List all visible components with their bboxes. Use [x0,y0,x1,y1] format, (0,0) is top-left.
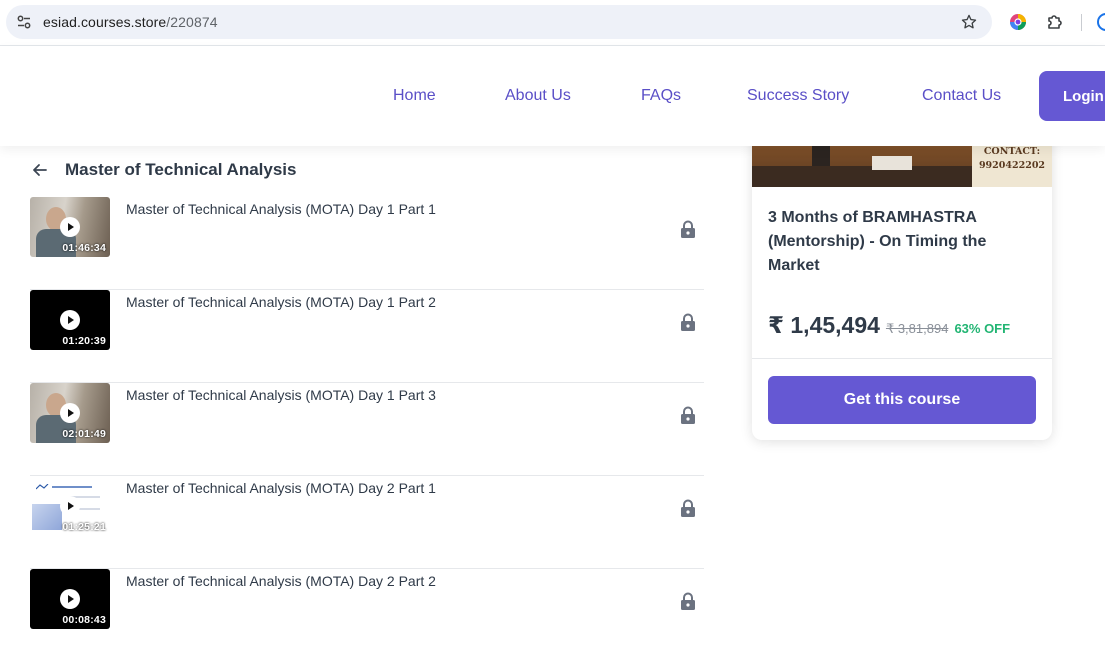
lesson-item[interactable]: 00:08:43 Master of Technical Analysis (M… [30,569,704,656]
lesson-title[interactable]: Master of Technical Analysis (MOTA) Day … [126,573,436,589]
url-host: esiad.courses.store [43,14,167,30]
puzzle-icon[interactable] [1045,12,1065,32]
course-title: 3 Months of BRAMHASTRA (Mentorship) - On… [768,209,987,274]
lesson-title[interactable]: Master of Technical Analysis (MOTA) Day … [126,201,436,217]
nav-about-us[interactable]: About Us [505,87,571,105]
play-icon[interactable] [60,403,80,423]
play-icon[interactable] [60,217,80,237]
price-row: ₹ 1,45,494 ₹ 3,81,894 63% OFF [768,312,1010,339]
slide-chart [32,504,62,530]
toolbar-divider [1081,14,1082,31]
url-text[interactable]: esiad.courses.store/220874 [43,14,218,30]
browser-toolbar: esiad.courses.store/220874 [0,0,1105,46]
lock-icon [681,220,695,238]
lesson-duration: 01:20:39 [62,335,106,347]
nav-success-story[interactable]: Success Story [747,87,849,105]
card-divider [752,358,1052,359]
lesson-thumbnail[interactable]: 00:08:43 [30,569,110,629]
lesson-title[interactable]: Master of Technical Analysis (MOTA) Day … [126,387,436,403]
login-button[interactable]: Login [1039,71,1105,121]
lock-icon [681,499,695,517]
lesson-title[interactable]: Master of Technical Analysis (MOTA) Day … [126,294,436,310]
section-title: Master of Technical Analysis [65,160,297,179]
course-price: ₹ 1,45,494 [768,312,880,338]
lock-icon [681,592,695,610]
play-icon[interactable] [60,589,80,609]
play-icon[interactable] [60,496,80,516]
course-mrp: ₹ 3,81,894 [885,321,949,336]
lesson-duration: 00:08:43 [62,614,106,626]
lesson-duration: 02:01:49 [62,428,106,440]
course-card: CONTACT: 9920422202 3 Months of BRAMHAST… [752,120,1052,440]
lesson-thumbnail[interactable]: 01:20:39 [30,290,110,350]
lesson-title[interactable]: Master of Technical Analysis (MOTA) Day … [126,480,436,496]
lock-icon [681,313,695,331]
lesson-item[interactable]: 01:20:39 Master of Technical Analysis (M… [30,290,704,383]
discount-badge: 63% OFF [954,321,1011,336]
slide-logo-icon [36,484,92,490]
image-contact-label: CONTACT: [983,146,1041,157]
lesson-duration: 01:25:21 [62,521,106,533]
image-contact-number: 9920422202 [978,160,1046,171]
lesson-item[interactable]: 01:46:34 Master of Technical Analysis (M… [30,197,704,290]
play-icon[interactable] [60,310,80,330]
extension-color-icon[interactable] [1009,13,1027,31]
back-arrow-icon[interactable] [30,160,50,180]
lock-icon [681,406,695,424]
profile-icon[interactable] [1096,12,1105,32]
lesson-item[interactable]: 02:01:49 Master of Technical Analysis (M… [30,383,704,476]
lesson-duration: 01:46:34 [62,242,106,254]
lesson-thumbnail[interactable]: 02:01:49 [30,383,110,443]
get-course-button[interactable]: Get this course [768,376,1036,424]
image-contact-box: CONTACT: 9920422202 [972,140,1052,187]
lesson-thumbnail[interactable]: 01:46:34 [30,197,110,257]
tune-icon[interactable] [16,14,32,30]
image-papers [872,156,912,170]
nav-home[interactable]: Home [393,87,436,105]
lesson-item[interactable]: 01:25:21 Master of Technical Analysis (M… [30,476,704,569]
url-path: /220874 [166,14,218,30]
nav-faqs[interactable]: FAQs [641,87,681,105]
nav-contact-us[interactable]: Contact Us [922,87,1001,105]
site-header: Home About Us FAQs Success Story Contact… [0,46,1105,146]
star-icon[interactable] [960,13,978,31]
lesson-thumbnail[interactable]: 01:25:21 [30,476,110,536]
address-bar[interactable]: esiad.courses.store/220874 [6,5,992,39]
